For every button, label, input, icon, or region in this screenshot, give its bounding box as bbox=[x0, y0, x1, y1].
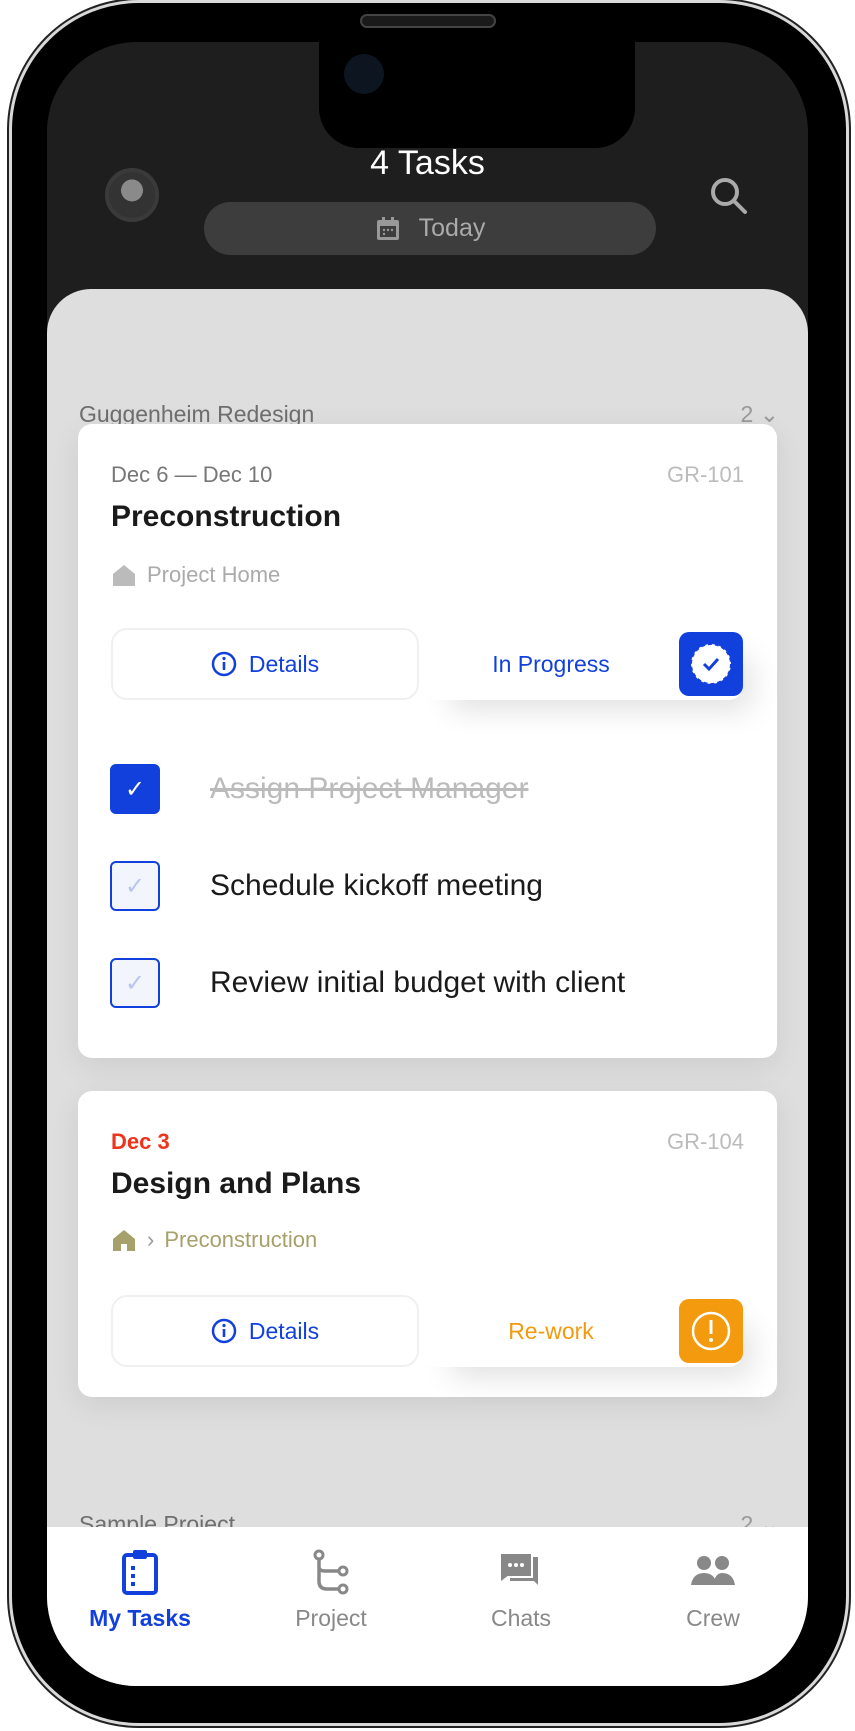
info-icon bbox=[211, 1318, 237, 1344]
checkbox-unchecked[interactable]: ✓ bbox=[110, 958, 160, 1008]
chat-icon bbox=[499, 1552, 538, 1585]
checklist-item[interactable]: ✓ Assign Project Manager bbox=[110, 764, 529, 814]
status-button[interactable]: In Progress bbox=[423, 628, 743, 700]
people-icon bbox=[691, 1556, 735, 1585]
avatar[interactable] bbox=[105, 168, 159, 222]
details-button[interactable]: Details bbox=[111, 628, 419, 700]
tab-bar: My Tasks Project Chats Crew bbox=[47, 1527, 808, 1686]
home-icon bbox=[113, 565, 135, 586]
tab-chats[interactable]: Chats bbox=[441, 1549, 601, 1632]
task-card[interactable]: Dec 6 — Dec 10 GR-101 Preconstruction Pr… bbox=[78, 424, 777, 1058]
details-button[interactable]: Details bbox=[111, 1295, 419, 1367]
camera bbox=[344, 54, 384, 94]
tab-my-tasks[interactable]: My Tasks bbox=[60, 1549, 220, 1632]
page-title: 4 Tasks bbox=[370, 144, 485, 182]
status-button[interactable]: Re-work bbox=[423, 1295, 743, 1367]
task-date: Dec 6 — Dec 10 bbox=[111, 462, 273, 487]
tab-project[interactable]: Project bbox=[251, 1549, 411, 1632]
task-location[interactable]: Project Home bbox=[111, 562, 280, 588]
date-filter-button[interactable]: Today bbox=[204, 202, 656, 255]
date-filter-label: Today bbox=[418, 214, 486, 242]
info-icon bbox=[211, 651, 237, 677]
screen: 4 Tasks Today Guggenheim Redesign 2 ⌄ De… bbox=[47, 42, 808, 1686]
speaker bbox=[360, 14, 496, 28]
in-progress-icon bbox=[679, 632, 743, 696]
chevron-right-icon: › bbox=[147, 1227, 155, 1252]
task-title: Design and Plans bbox=[111, 1167, 362, 1200]
task-list: Guggenheim Redesign 2 ⌄ Dec 6 — Dec 10 G… bbox=[47, 289, 808, 1686]
tab-crew[interactable]: Crew bbox=[633, 1549, 793, 1632]
task-title: Preconstruction bbox=[111, 500, 342, 533]
checkbox-checked[interactable]: ✓ bbox=[110, 764, 160, 814]
home-icon bbox=[113, 1230, 135, 1251]
calendar-icon bbox=[376, 216, 399, 240]
notch bbox=[319, 42, 635, 148]
task-location[interactable]: › Preconstruction bbox=[111, 1227, 317, 1253]
task-date: Dec 3 bbox=[111, 1129, 170, 1154]
warning-icon bbox=[679, 1299, 743, 1363]
task-code: GR-101 bbox=[666, 462, 744, 487]
status-label: Re-work bbox=[508, 1317, 594, 1344]
task-code: GR-104 bbox=[666, 1129, 744, 1154]
clipboard-icon bbox=[122, 1550, 158, 1595]
checklist-item[interactable]: ✓ Schedule kickoff meeting bbox=[110, 861, 543, 911]
checkbox-unchecked[interactable]: ✓ bbox=[110, 861, 160, 911]
task-card[interactable]: Dec 3 GR-104 Design and Plans › Preconst… bbox=[78, 1091, 777, 1397]
status-label: In Progress bbox=[492, 650, 610, 677]
branch-icon bbox=[313, 1549, 349, 1595]
checklist-item[interactable]: ✓ Review initial budget with client bbox=[110, 958, 625, 1008]
search-icon[interactable] bbox=[707, 174, 751, 218]
